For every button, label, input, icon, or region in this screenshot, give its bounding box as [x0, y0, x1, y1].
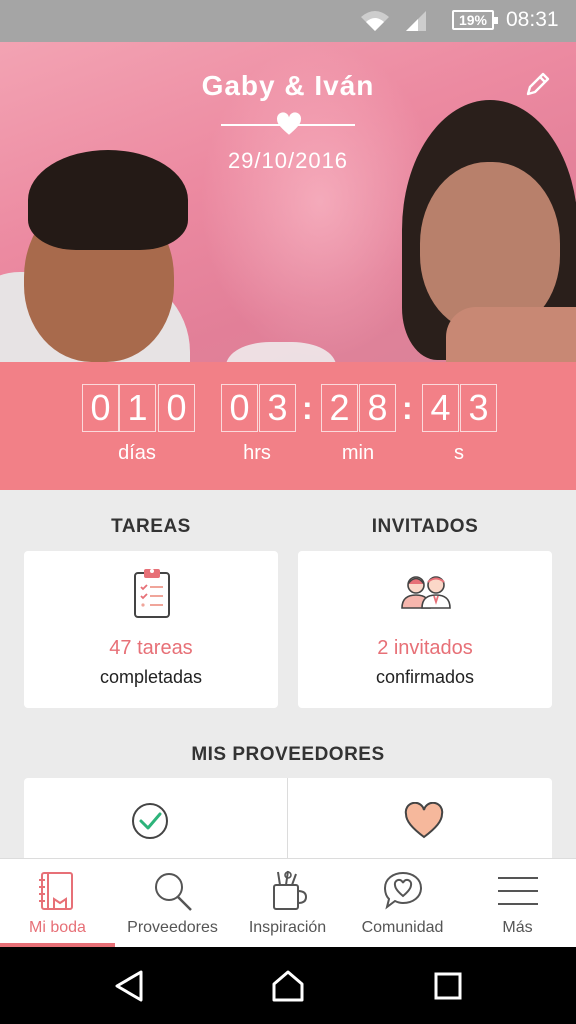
system-navigation-bar	[0, 947, 576, 1024]
seconds-label: s	[454, 442, 464, 464]
nav-item-proveedores[interactable]: Proveedores	[115, 859, 230, 948]
nav-item-inspiracion[interactable]: Inspiración	[230, 859, 345, 948]
nav-label: Inspiración	[248, 919, 327, 936]
minutes-digit: 2	[321, 384, 358, 432]
time-separator: :	[302, 390, 313, 426]
minutes-label: min	[341, 442, 375, 464]
guests-title: INVITADOS	[371, 516, 479, 537]
menu-icon	[498, 877, 538, 905]
check-circle-icon[interactable]	[131, 802, 169, 840]
days-digit: 1	[119, 384, 156, 432]
back-icon[interactable]	[113, 969, 145, 1003]
status-bar: 19% 08:31	[0, 0, 576, 42]
couple-names: Gaby & Iván	[201, 70, 375, 101]
nav-label: Comunidad	[361, 919, 444, 936]
nav-label: Proveedores	[127, 919, 218, 936]
time-separator: :	[402, 390, 413, 426]
wifi-icon	[361, 11, 389, 31]
tasks-title: TAREAS	[111, 516, 191, 537]
battery-indicator: 19%	[452, 10, 498, 30]
home-icon[interactable]	[271, 969, 305, 1003]
guests-caption: confirmados	[375, 667, 475, 687]
clipboard-icon	[134, 569, 170, 618]
signal-icon	[406, 11, 426, 31]
days-label: días	[118, 442, 156, 464]
couple-photo-header: Gaby & Iván 29/10/2016	[0, 42, 576, 362]
seconds-digit: 3	[460, 384, 497, 432]
hours-digit: 3	[259, 384, 296, 432]
minutes-digit: 8	[359, 384, 396, 432]
heart-outline-icon[interactable]	[404, 802, 444, 840]
tasks-caption: completadas	[99, 667, 203, 687]
notebook-icon	[39, 872, 73, 910]
nav-label: Mi boda	[29, 919, 86, 936]
guests-icon	[401, 576, 451, 609]
heart-icon	[276, 112, 302, 135]
days-digit: 0	[82, 384, 119, 432]
wedding-date: 29/10/2016	[227, 148, 349, 173]
days-digit: 0	[158, 384, 195, 432]
nav-item-mi-boda[interactable]: Mi boda	[0, 859, 115, 948]
providers-card	[24, 778, 552, 868]
nav-item-comunidad[interactable]: Comunidad	[345, 859, 460, 948]
seconds-digit: 4	[422, 384, 459, 432]
search-icon	[155, 873, 192, 911]
clock: 08:31	[506, 8, 559, 31]
edit-pencil-icon[interactable]	[524, 70, 552, 98]
providers-title: MIS PROVEEDORES	[191, 744, 385, 765]
nav-label: Más	[502, 919, 533, 936]
bottom-navigation: Mi boda Proveedores Inspiración Comunida…	[0, 858, 576, 947]
photo-person-right	[446, 307, 576, 362]
inspiration-icon	[273, 870, 308, 910]
tasks-card[interactable]: 47 tareas completadas	[24, 551, 278, 708]
recents-icon[interactable]	[433, 969, 463, 1003]
hours-label: hrs	[243, 442, 271, 464]
card-divider	[287, 778, 288, 868]
countdown-timer: 0 1 0 0 3 : 2 8 : 4 3 días hrs min s	[0, 362, 576, 490]
chat-heart-icon	[383, 871, 423, 910]
nav-item-mas[interactable]: Más	[460, 859, 575, 948]
guests-count: 2 invitados	[377, 637, 473, 659]
hours-digit: 0	[221, 384, 258, 432]
guests-card[interactable]: 2 invitados confirmados	[298, 551, 552, 708]
tasks-count: 47 tareas	[109, 637, 193, 659]
